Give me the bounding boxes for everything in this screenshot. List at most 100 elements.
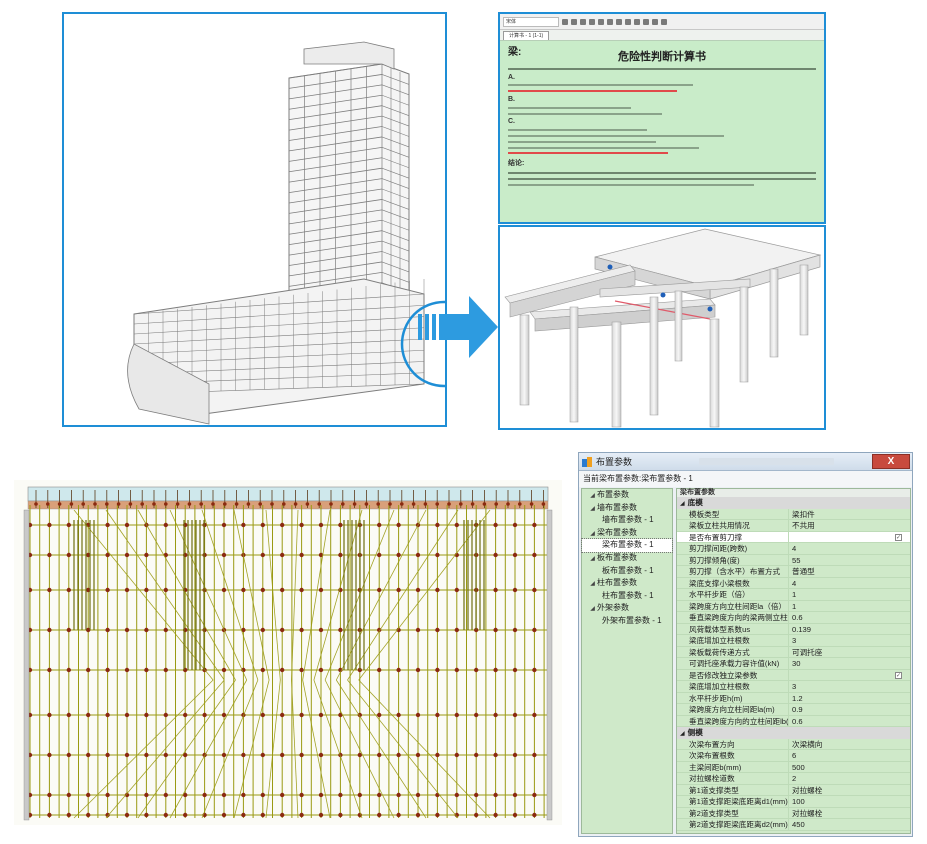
checkbox[interactable]: ✓: [895, 533, 902, 541]
grid-row-value[interactable]: 对拉螺栓: [789, 785, 910, 796]
tree-group[interactable]: ◢ 柱布置参数: [582, 577, 672, 590]
scaffold-formwork-view[interactable]: [14, 480, 562, 825]
tree-item[interactable]: 墙布置参数 - 1: [582, 514, 672, 527]
grid-row-value[interactable]: 梁扣件: [789, 509, 910, 520]
print-icon[interactable]: [652, 18, 658, 25]
grid-row[interactable]: 梁跨度方向立柱间距la（倍） 1: [677, 600, 910, 612]
grid-row-value[interactable]: 4: [789, 543, 910, 554]
grid-row[interactable]: 垂直梁跨度方向的立柱间距lb(m) 0.6: [677, 715, 910, 727]
grid-row-value[interactable]: 1: [789, 601, 910, 612]
grid-row-value[interactable]: 30: [789, 658, 910, 669]
align-left-icon[interactable]: [589, 18, 595, 25]
grid-row-value[interactable]: 450: [789, 819, 910, 830]
grid-row[interactable]: 梁跨度方向立柱间距la(m) 0.9: [677, 704, 910, 716]
grid-row-name: 第2道支撑距梁底距离d2(mm): [677, 819, 789, 830]
grid-row-value[interactable]: [789, 670, 910, 681]
grid-row[interactable]: 梁板载荷传递方式 可调托座: [677, 646, 910, 658]
grid-row[interactable]: 剪刀撑间距(跨数) 4: [677, 543, 910, 555]
grid-row-value[interactable]: 0.9: [789, 704, 910, 715]
grid-row-value[interactable]: 0.6: [789, 612, 910, 623]
grid-row[interactable]: 剪刀撑（含水平）布置方式 普通型: [677, 566, 910, 578]
expand-triangle-icon[interactable]: ◢: [680, 731, 685, 737]
indent-icon[interactable]: [625, 18, 631, 25]
tree-group[interactable]: ◢ 布置参数: [582, 489, 672, 502]
tree-item[interactable]: 梁布置参数 - 1: [581, 538, 673, 553]
grid-row[interactable]: 次梁布置根数 6: [677, 750, 910, 762]
grid-row[interactable]: 对拉螺栓道数 2: [677, 773, 910, 785]
building-model-view[interactable]: [62, 12, 447, 427]
grid-row[interactable]: 是否布置剪刀撑 ✓: [677, 531, 910, 543]
grid-category-label: 侧模: [687, 728, 703, 737]
grid-row-value[interactable]: 次梁横向: [789, 739, 910, 750]
align-right-icon[interactable]: [607, 18, 613, 25]
grid-row-value[interactable]: 3: [789, 635, 910, 646]
grid-row-value[interactable]: 普通型: [789, 566, 910, 577]
grid-row[interactable]: 次梁布置方向 次梁横向: [677, 738, 910, 750]
bold-icon[interactable]: [562, 18, 568, 25]
grid-category[interactable]: ◢ 底模: [677, 497, 910, 509]
tree-group[interactable]: ◢ 墙布置参数: [582, 502, 672, 515]
image-icon[interactable]: [643, 18, 649, 25]
grid-row-value[interactable]: 500: [789, 762, 910, 773]
grid-row-value[interactable]: 100: [789, 796, 910, 807]
tree-group[interactable]: ◢ 梁布置参数: [582, 527, 672, 540]
grid-row-value[interactable]: 可调托座: [789, 647, 910, 658]
grid-row[interactable]: 水平杆步距（倍） 1: [677, 589, 910, 601]
grid-row[interactable]: 风荷载体型系数us 0.139: [677, 623, 910, 635]
underline-icon[interactable]: [580, 18, 586, 25]
beam-3d-view[interactable]: [498, 225, 826, 430]
expand-triangle-icon[interactable]: ◢: [588, 490, 597, 503]
list-icon[interactable]: [616, 18, 622, 25]
grid-row[interactable]: 第1道支撑类型 对拉螺栓: [677, 784, 910, 796]
grid-row[interactable]: 是否修改独立梁参数 ✓: [677, 669, 910, 681]
grid-row-value[interactable]: 1: [789, 589, 910, 600]
grid-row[interactable]: 主梁间距b(mm) 500: [677, 761, 910, 773]
grid-row[interactable]: 梁底增加立柱根数 3: [677, 681, 910, 693]
grid-row-value[interactable]: 3: [789, 681, 910, 692]
grid-row-value[interactable]: 0.139: [789, 624, 910, 635]
expand-triangle-icon[interactable]: ◢: [588, 603, 597, 616]
grid-row-value[interactable]: 55: [789, 555, 910, 566]
grid-row[interactable]: 第2道支撑距梁底距离d2(mm) 450: [677, 819, 910, 831]
grid-row-value[interactable]: 0.6: [789, 716, 910, 727]
grid-row-value[interactable]: 1.2: [789, 693, 910, 704]
grid-row-name: 剪刀撑（含水平）布置方式: [677, 566, 789, 577]
expand-triangle-icon[interactable]: ◢: [588, 553, 597, 566]
grid-row[interactable]: 剪刀撑倾角(度) 55: [677, 554, 910, 566]
tab-report[interactable]: 计算书 - 1 (1-1): [503, 31, 550, 40]
grid-row[interactable]: 水平杆步距h(m) 1.2: [677, 692, 910, 704]
grid-row[interactable]: 垂直梁跨度方向的梁两侧立柱间距lb(m)0.6: [677, 612, 910, 624]
expand-triangle-icon[interactable]: ◢: [588, 578, 597, 591]
expand-triangle-icon[interactable]: ◢: [588, 503, 597, 516]
grid-row-value[interactable]: 不共用: [789, 520, 910, 531]
grid-row[interactable]: 梁板立柱共用情况 不共用: [677, 520, 910, 532]
grid-row[interactable]: 第1道支撑距梁底距离d1(mm) 100: [677, 796, 910, 808]
expand-triangle-icon[interactable]: ◢: [680, 501, 685, 507]
tree-group[interactable]: ◢ 板布置参数: [582, 552, 672, 565]
grid-row-value[interactable]: 4: [789, 578, 910, 589]
dialog-titlebar[interactable]: 布置参数 X: [579, 453, 912, 471]
grid-row-value[interactable]: 6: [789, 750, 910, 761]
export-icon[interactable]: [661, 18, 667, 25]
grid-row[interactable]: 第2道支撑类型 对拉螺栓: [677, 807, 910, 819]
grid-row[interactable]: 梁底支撑小梁根数 4: [677, 577, 910, 589]
tree-group[interactable]: ◢ 外架参数: [582, 602, 672, 615]
grid-row-value[interactable]: 对拉螺栓: [789, 808, 910, 819]
expand-triangle-icon[interactable]: ◢: [588, 528, 597, 541]
checkbox[interactable]: ✓: [895, 671, 902, 679]
layout-params-dialog: 布置参数 X 当前梁布置参数:梁布置参数 - 1 ◢ 布置参数 ◢ 墙布置参数 墙布置参…: [578, 452, 913, 837]
grid-row[interactable]: 可调托座承载力容许值(kN) 30: [677, 658, 910, 670]
close-button[interactable]: X: [872, 454, 910, 469]
font-select[interactable]: 宋体: [503, 16, 559, 27]
grid-row[interactable]: 梁底增加立柱根数 3: [677, 635, 910, 647]
table-icon[interactable]: [634, 18, 640, 25]
grid-row-value[interactable]: 2: [789, 773, 910, 784]
grid-category[interactable]: ◢ 侧模: [677, 727, 910, 739]
tree-item[interactable]: 板布置参数 - 1: [582, 565, 672, 578]
italic-icon[interactable]: [571, 18, 577, 25]
grid-row[interactable]: 模板类型 梁扣件: [677, 508, 910, 520]
tree-item[interactable]: 外架布置参数 - 1: [582, 615, 672, 628]
align-center-icon[interactable]: [598, 18, 604, 25]
tree-item[interactable]: 柱布置参数 - 1: [582, 590, 672, 603]
grid-row-value[interactable]: [789, 532, 910, 543]
